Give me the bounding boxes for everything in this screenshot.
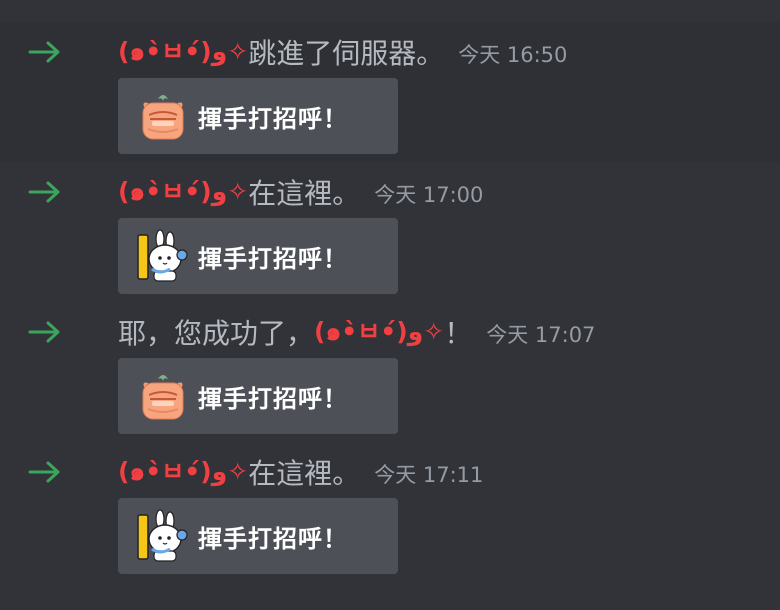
- wave-button-label: 揮手打招呼！: [198, 524, 348, 553]
- timestamp[interactable]: 今天 17:00: [374, 179, 483, 209]
- username[interactable]: (๑•̀ㅂ•́)و✧: [118, 172, 248, 212]
- message-text-suffix: ！: [444, 317, 473, 350]
- wave-to-say-hi-button[interactable]: 揮手打招呼！: [118, 78, 398, 154]
- message-line: 耶，您成功了， (๑•̀ㅂ•́)و✧ ！ 今天 17:07: [118, 312, 595, 352]
- chat-message-list: (๑•̀ㅂ•́)و✧ 跳進了伺服器。 今天 16:50 揮手打招呼！ (๑•̀ㅂ…: [0, 0, 780, 610]
- username[interactable]: (๑•̀ㅂ•́)و✧: [314, 312, 444, 352]
- white-bunny-sticker: [137, 229, 188, 282]
- timestamp[interactable]: 今天 17:11: [374, 459, 483, 489]
- username[interactable]: (๑•̀ㅂ•́)و✧: [118, 452, 248, 492]
- orange-cat-sticker: [142, 95, 184, 140]
- wave-to-say-hi-button[interactable]: 揮手打招呼！: [118, 498, 398, 574]
- system-join-message[interactable]: (๑•̀ㅂ•́)و✧ 在這裡。 今天 17:00 揮手打招呼！: [0, 162, 780, 302]
- username[interactable]: (๑•̀ㅂ•́)و✧: [118, 32, 248, 72]
- wave-button-label: 揮手打招呼！: [198, 244, 348, 273]
- timestamp[interactable]: 今天 17:07: [486, 319, 595, 349]
- message-line: (๑•̀ㅂ•́)و✧ 跳進了伺服器。 今天 16:50: [118, 32, 567, 72]
- message-line: (๑•̀ㅂ•́)و✧ 在這裡。 今天 17:11: [118, 452, 483, 492]
- wave-to-say-hi-button[interactable]: 揮手打招呼！: [118, 358, 398, 434]
- message-text: 在這裡。: [248, 457, 361, 490]
- system-join-message[interactable]: (๑•̀ㅂ•́)و✧ 在這裡。 今天 17:11 揮手打招呼！: [0, 442, 780, 582]
- wave-button-label: 揮手打招呼！: [198, 384, 348, 413]
- message-text-prefix: 耶，您成功了，: [118, 317, 315, 350]
- message-line: (๑•̀ㅂ•́)و✧ 在這裡。 今天 17:00: [118, 172, 483, 212]
- join-arrow-icon: [28, 461, 60, 483]
- orange-cat-sticker: [142, 375, 184, 420]
- timestamp[interactable]: 今天 16:50: [458, 39, 567, 69]
- join-arrow-icon: [28, 41, 60, 63]
- white-bunny-sticker: [137, 509, 188, 562]
- system-join-message[interactable]: (๑•̀ㅂ•́)و✧ 跳進了伺服器。 今天 16:50 揮手打招呼！: [0, 22, 780, 162]
- message-text: 在這裡。: [248, 177, 361, 210]
- join-arrow-icon: [28, 321, 60, 343]
- top-divider: [0, 0, 780, 22]
- join-arrow-icon: [28, 181, 60, 203]
- message-text: 跳進了伺服器。: [248, 37, 445, 70]
- wave-to-say-hi-button[interactable]: 揮手打招呼！: [118, 218, 398, 294]
- system-join-message[interactable]: 耶，您成功了， (๑•̀ㅂ•́)و✧ ！ 今天 17:07 揮手打招呼！: [0, 302, 780, 442]
- wave-button-label: 揮手打招呼！: [198, 104, 348, 133]
